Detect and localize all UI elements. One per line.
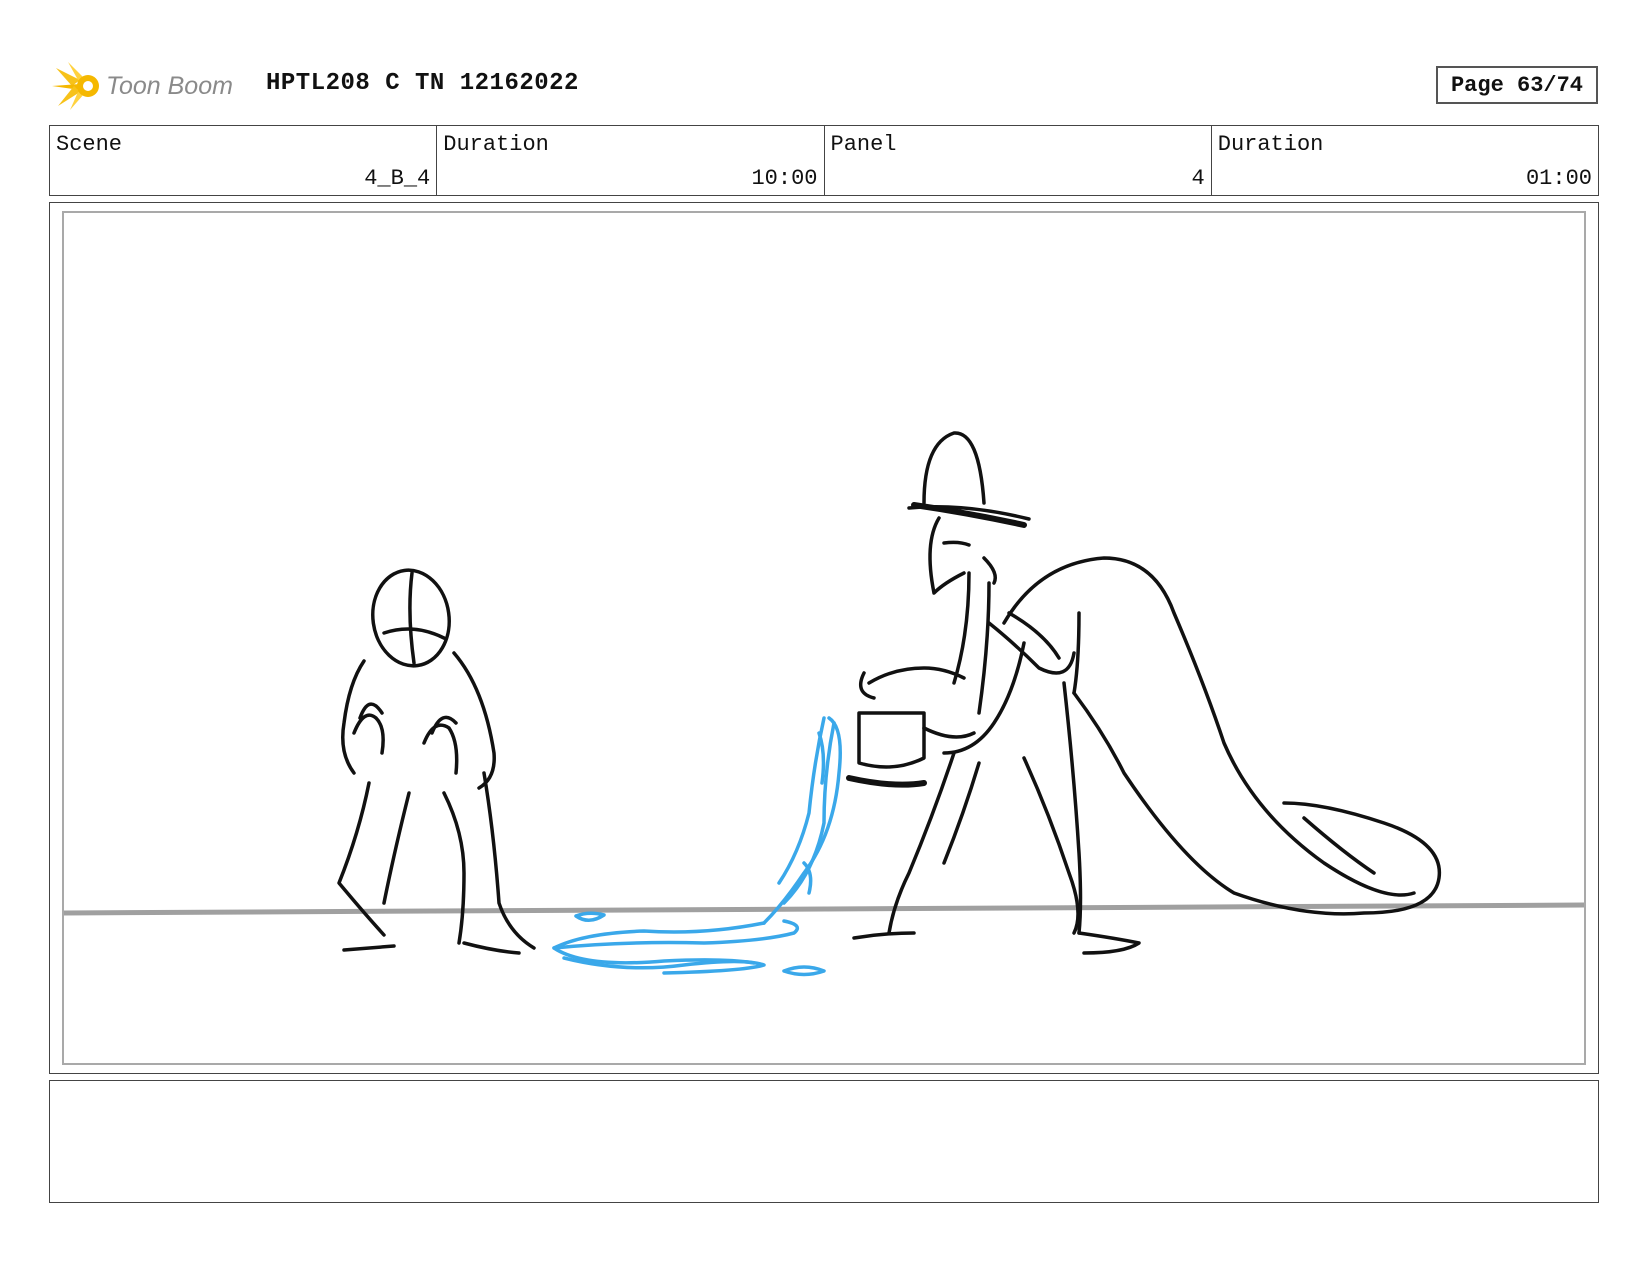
panel-label: Panel [830,132,897,157]
scene-label: Scene [56,132,123,157]
toon-boom-logo: Toon Boom [50,58,250,114]
panel-duration-label: Duration [1217,132,1324,157]
storyboard-panel [49,202,1599,1074]
scene-duration-value: 10:00 [751,166,818,191]
info-header: Scene 4_B_4 Duration 10:00 Panel 4 Durat… [49,125,1599,196]
scene-duration-label: Duration [443,132,549,157]
panel-duration-value: 01:00 [1525,166,1592,191]
page-number: Page 63/74 [1436,66,1598,104]
panel-value: 4 [1191,166,1205,191]
panel-frame [62,211,1586,1065]
tall-character-sketch [846,431,1442,955]
panel-duration-cell: Duration 01:00 [1212,126,1598,195]
scene-cell: Scene 4_B_4 [50,126,438,195]
project-title: HPTL208 C TN 12162022 [266,70,579,97]
scene-duration-cell: Duration 10:00 [437,126,825,195]
scene-value: 4_B_4 [364,166,431,191]
panel-cell: Panel 4 [825,126,1212,195]
small-character-sketch [337,568,536,955]
starburst-icon [52,62,99,110]
panel-sketch [64,431,1584,977]
water-sketch [552,716,842,977]
logo-text: Toon Boom [106,72,233,100]
panel-notes [49,1080,1599,1203]
